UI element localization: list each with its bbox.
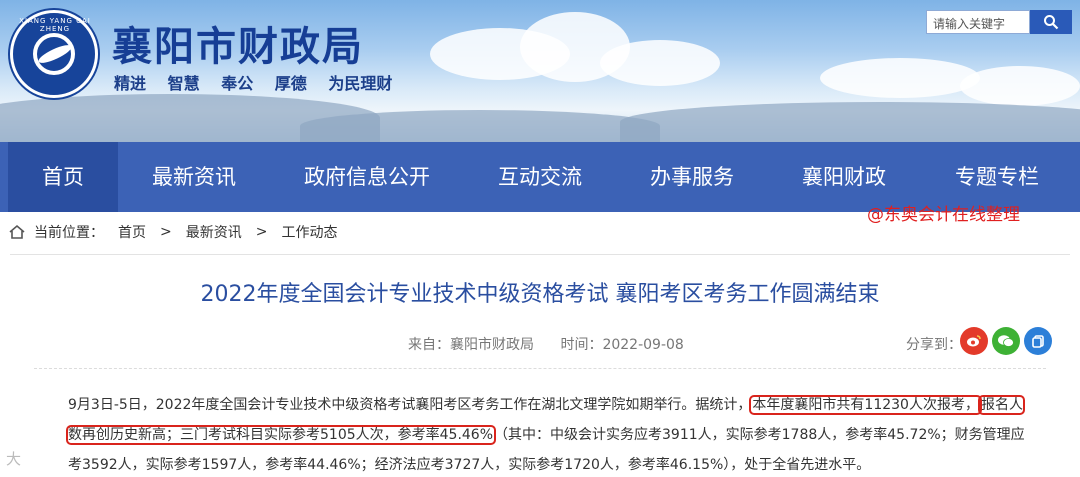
slogan-item: 奉公 (221, 74, 254, 93)
nav-item-gov-info[interactable]: 政府信息公开 (304, 142, 430, 212)
breadcrumb-link-home[interactable]: 首页 (118, 222, 146, 242)
weibo-share-icon[interactable] (960, 327, 988, 355)
corner-watermark-text: 大 (6, 450, 22, 468)
breadcrumb-prefix: 当前位置： (34, 225, 104, 241)
cloud-decoration (960, 66, 1080, 106)
breadcrumb-link-work[interactable]: 工作动态 (281, 222, 337, 242)
nav-item-home[interactable]: 首页 (8, 142, 118, 212)
corner-watermark: 大 (6, 448, 21, 469)
site-title: 襄阳市财政局 (112, 24, 364, 70)
copy-share-icon[interactable] (1024, 327, 1052, 355)
nav-item-interaction[interactable]: 互动交流 (498, 142, 582, 212)
divider (34, 368, 1046, 369)
breadcrumb-link-news[interactable]: 最新资讯 (186, 222, 242, 242)
search-icon (1044, 15, 1059, 30)
mountain-decoration (620, 102, 1080, 142)
slogan-item: 厚德 (274, 74, 307, 93)
article-text: 9月3日-5日，2022年度全国会计专业技术中级资格考试襄阳考区考务工作在湖北文… (68, 397, 752, 413)
watermark-text: @东奥会计在线整理 (867, 205, 1020, 225)
highlighted-text: 本年度襄阳市共有11230人次报考， (749, 395, 982, 415)
article-meta: 来自：襄阳市财政局 时间：2022-09-08 (408, 334, 706, 354)
article-time: 时间：2022-09-08 (560, 337, 684, 353)
logo-text: XIANG YANG CAI ZHENG (19, 17, 91, 33)
slogan-item: 精进 (114, 74, 147, 93)
breadcrumb: 当前位置： 首页 > 最新资讯 > 工作动态 (8, 222, 351, 242)
wechat-share-icon[interactable] (992, 327, 1020, 355)
article-source: 来自：襄阳市财政局 (408, 337, 534, 353)
header-banner: XIANG YANG CAI ZHENG 襄阳市财政局 精进 智慧 奉公 厚德 … (0, 0, 1080, 142)
breadcrumb-separator: > (160, 224, 172, 240)
slogan-item: 为民理财 (328, 74, 393, 93)
cloud-decoration (820, 58, 980, 98)
slogan-item: 智慧 (167, 74, 200, 93)
cloud-decoration (600, 40, 720, 86)
breadcrumb-separator: > (255, 224, 268, 240)
mountain-decoration (300, 110, 660, 142)
share-label: 分享到： (906, 337, 962, 353)
search-input[interactable]: 请输入关键字 (926, 10, 1030, 34)
article-title: 2022年度全国会计专业技术中级资格考试 襄阳考区考务工作圆满结束 (200, 282, 880, 307)
divider (10, 254, 1070, 255)
nav-item-services[interactable]: 办事服务 (650, 142, 734, 212)
logo[interactable]: XIANG YANG CAI ZHENG (10, 10, 98, 98)
home-icon (9, 224, 25, 239)
slogan: 精进 智慧 奉公 厚德 为民理财 (114, 70, 408, 94)
nav-item-news[interactable]: 最新资讯 (152, 142, 236, 212)
article-body: 9月3日-5日，2022年度全国会计专业技术中级资格考试襄阳考区考务工作在湖北文… (66, 390, 1028, 477)
search-button[interactable] (1030, 10, 1072, 34)
